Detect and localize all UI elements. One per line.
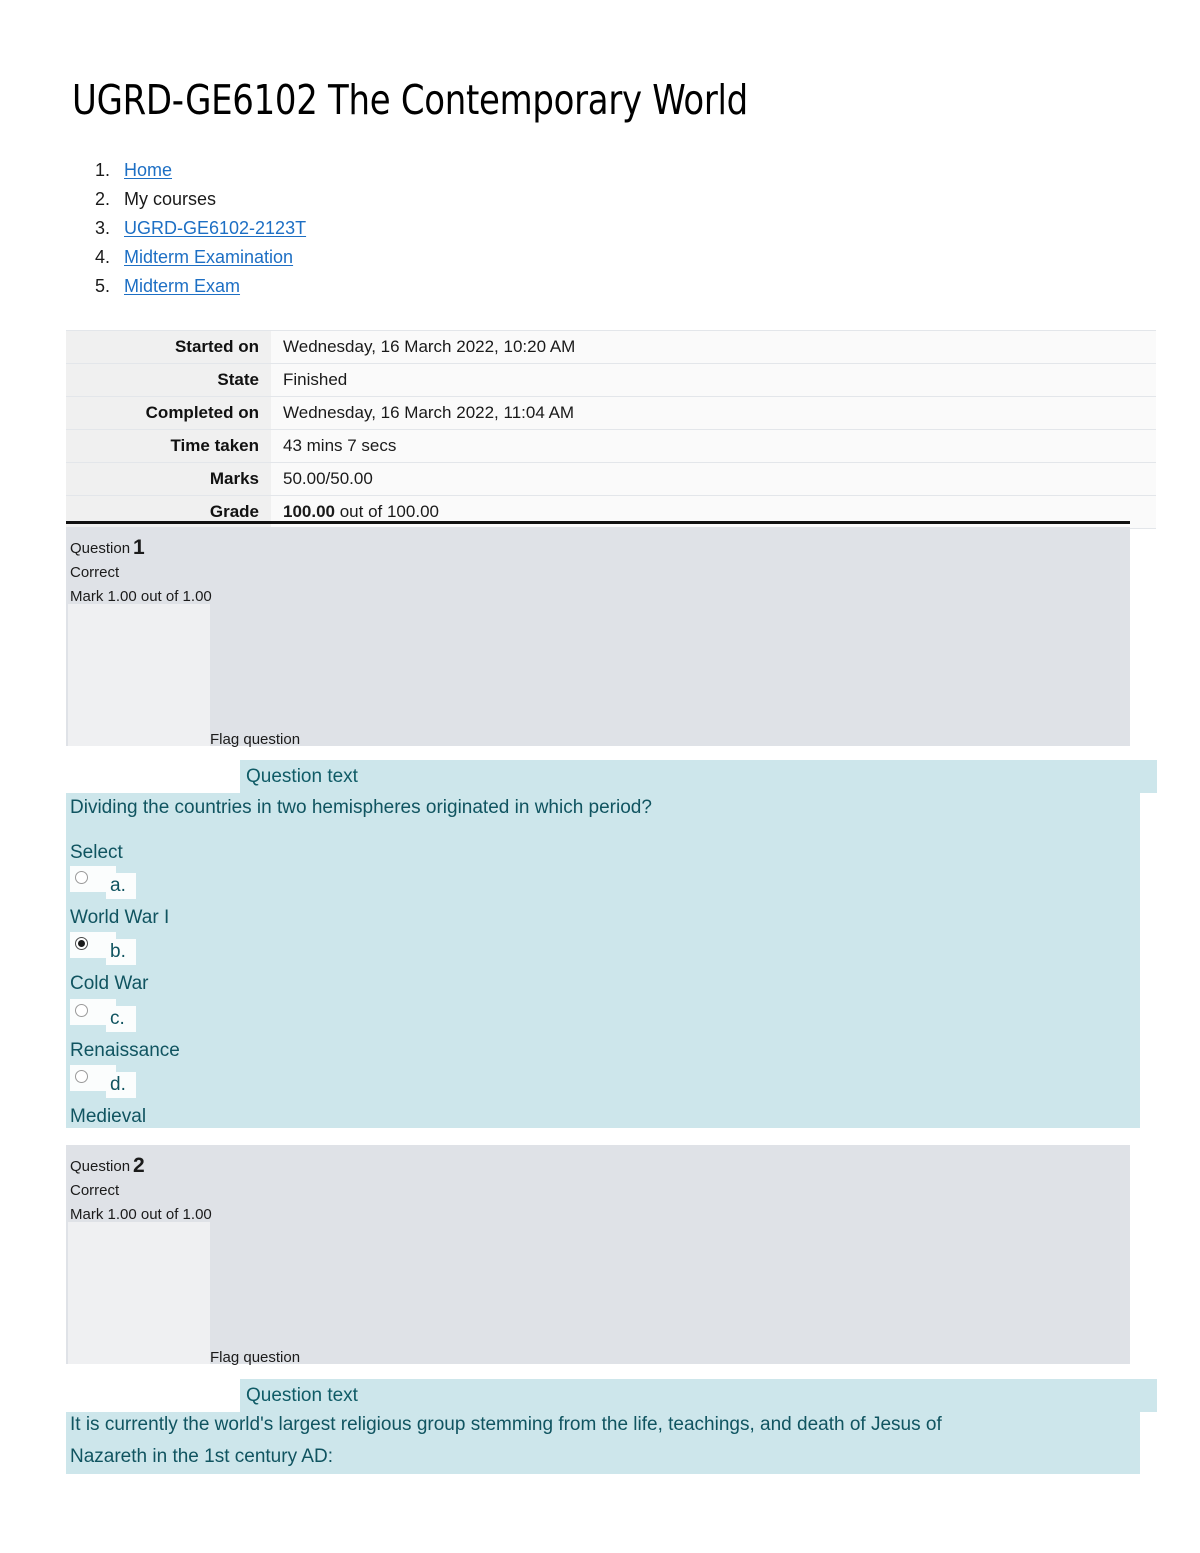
question-number: 2 bbox=[133, 1154, 145, 1177]
summary-value-state: Finished bbox=[271, 363, 1156, 397]
question-1-option-d-letter: d. bbox=[110, 1074, 126, 1095]
question-2-flag-button[interactable]: Flag question bbox=[210, 1349, 300, 1366]
question-1-text-band bbox=[240, 760, 1157, 793]
question-2-info-box bbox=[68, 1222, 210, 1364]
question-1-option-d-radio[interactable] bbox=[75, 1070, 88, 1083]
question-2-state: Correct bbox=[70, 1182, 120, 1199]
grade-score: 100.00 bbox=[283, 502, 335, 521]
question-1-option-c-radio[interactable] bbox=[75, 1004, 88, 1017]
table-row: Marks 50.00/50.00 bbox=[66, 462, 1156, 496]
breadcrumb-item-midterm-examination: 4. Midterm Examination bbox=[72, 243, 672, 272]
summary-label-started-on: Started on bbox=[66, 330, 271, 364]
page-title: UGRD-GE6102 The Contemporary World bbox=[72, 76, 748, 124]
breadcrumb-link-midterm-exam[interactable]: Midterm Exam bbox=[124, 272, 240, 301]
breadcrumb-link-midterm-examination[interactable]: Midterm Examination bbox=[124, 243, 293, 272]
question-2-header bbox=[66, 1145, 1130, 1364]
breadcrumb-number: 2. bbox=[94, 189, 110, 209]
question-2-text-label: Question text bbox=[246, 1385, 358, 1406]
question-1-flag-button[interactable]: Flag question bbox=[210, 731, 300, 748]
question-1-option-d-text[interactable]: Medieval bbox=[70, 1102, 146, 1132]
question-1-option-c-letter: c. bbox=[110, 1008, 125, 1029]
question-1-option-b-letter: b. bbox=[110, 941, 126, 962]
question-1-option-b-text[interactable]: Cold War bbox=[70, 969, 148, 999]
question-1-option-b-radio[interactable] bbox=[75, 937, 88, 950]
question-1-option-a-text[interactable]: World War I bbox=[70, 903, 169, 933]
question-1-body bbox=[66, 793, 1140, 1128]
question-1-header bbox=[66, 527, 1130, 746]
question-1-label: Question 1 bbox=[70, 536, 145, 561]
breadcrumb-number: 3. bbox=[94, 218, 110, 238]
summary-value-marks: 50.00/50.00 bbox=[271, 462, 1156, 496]
table-row: Completed on Wednesday, 16 March 2022, 1… bbox=[66, 396, 1156, 430]
section-divider bbox=[66, 521, 1130, 524]
breadcrumb-item-my-courses: 2. My courses bbox=[72, 185, 672, 214]
question-1-option-c-text[interactable]: Renaissance bbox=[70, 1036, 180, 1066]
breadcrumb-number: 5. bbox=[94, 276, 110, 296]
question-2-mark: Mark 1.00 out of 1.00 bbox=[70, 1206, 212, 1223]
question-1-info-box bbox=[68, 604, 210, 746]
summary-value-completed-on: Wednesday, 16 March 2022, 11:04 AM bbox=[271, 396, 1156, 430]
summary-label-marks: Marks bbox=[66, 462, 271, 496]
question-2-stem-line-2: Nazareth in the 1st century AD: bbox=[70, 1446, 333, 1467]
breadcrumb-number: 4. bbox=[94, 247, 110, 267]
question-1-text-label: Question text bbox=[246, 766, 358, 787]
question-number: 1 bbox=[133, 536, 145, 559]
question-1-state: Correct bbox=[70, 564, 120, 581]
breadcrumb-label-my-courses: My courses bbox=[124, 189, 217, 209]
question-2-text-band bbox=[240, 1379, 1157, 1412]
grade-outof: out of 100.00 bbox=[335, 502, 439, 521]
breadcrumb-item-home: 1. Home bbox=[72, 156, 672, 185]
question-1-stem: Dividing the countries in two hemisphere… bbox=[70, 797, 652, 818]
summary-value-time-taken: 43 mins 7 secs bbox=[271, 429, 1156, 463]
question-word: Question bbox=[70, 540, 131, 557]
summary-label-time-taken: Time taken bbox=[66, 429, 271, 463]
breadcrumb-number: 1. bbox=[94, 160, 110, 180]
question-1-mark: Mark 1.00 out of 1.00 bbox=[70, 588, 212, 605]
breadcrumb-item-midterm-exam: 5. Midterm Exam bbox=[72, 272, 672, 301]
table-row: Started on Wednesday, 16 March 2022, 10:… bbox=[66, 330, 1156, 364]
attempt-summary-table: Started on Wednesday, 16 March 2022, 10:… bbox=[66, 330, 1156, 529]
breadcrumb-link-course[interactable]: UGRD-GE6102-2123T bbox=[124, 214, 306, 243]
breadcrumb: 1. Home 2. My courses 3. UGRD-GE6102-212… bbox=[72, 156, 672, 301]
summary-value-started-on: Wednesday, 16 March 2022, 10:20 AM bbox=[271, 330, 1156, 364]
summary-label-completed-on: Completed on bbox=[66, 396, 271, 430]
question-2-label: Question 2 bbox=[70, 1154, 145, 1179]
question-1-option-a-letter: a. bbox=[110, 875, 126, 896]
question-1-option-a-radio[interactable] bbox=[75, 871, 88, 884]
question-word: Question bbox=[70, 1158, 131, 1175]
breadcrumb-item-course: 3. UGRD-GE6102-2123T bbox=[72, 214, 672, 243]
breadcrumb-link-home[interactable]: Home bbox=[124, 156, 172, 185]
table-row: State Finished bbox=[66, 363, 1156, 397]
table-row: Time taken 43 mins 7 secs bbox=[66, 429, 1156, 463]
summary-label-state: State bbox=[66, 363, 271, 397]
question-2-stem-line-1: It is currently the world's largest reli… bbox=[70, 1414, 942, 1435]
